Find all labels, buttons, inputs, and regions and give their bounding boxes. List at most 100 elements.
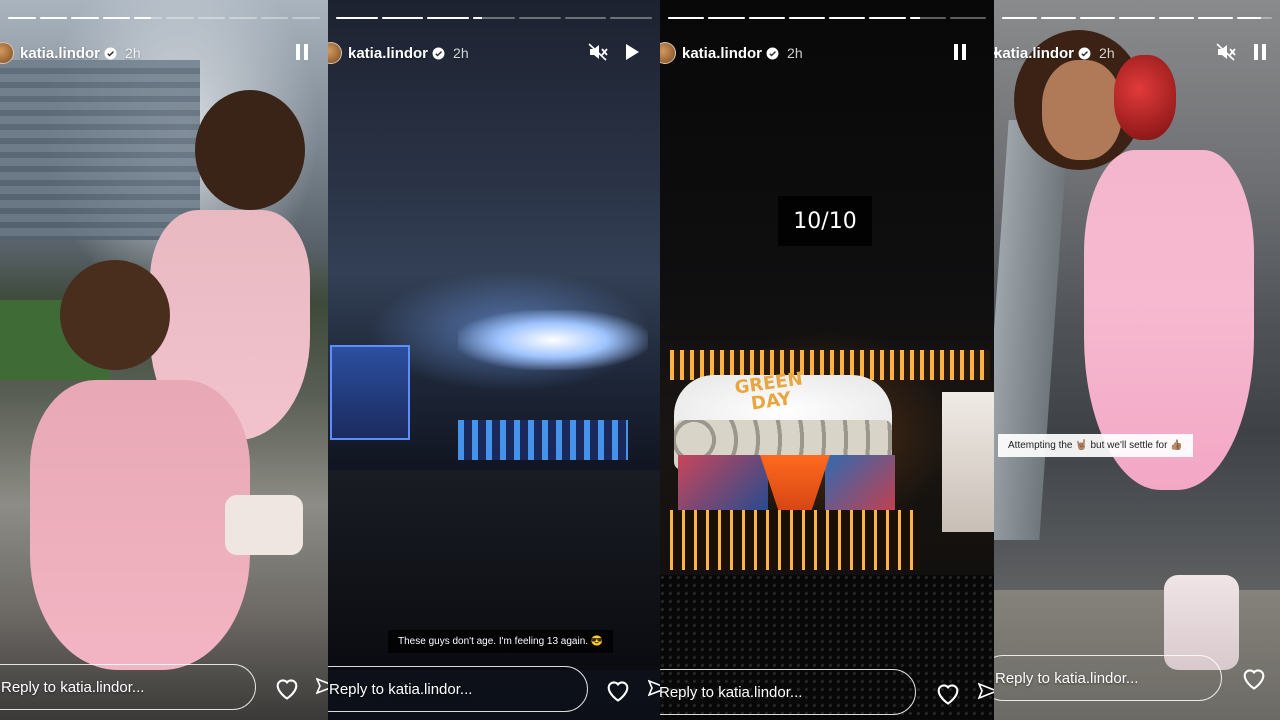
username[interactable]: katia.lindor bbox=[994, 45, 1074, 62]
progress-segment bbox=[748, 17, 785, 19]
avatar[interactable] bbox=[660, 42, 676, 64]
progress-segment bbox=[869, 17, 906, 19]
progress-segment bbox=[1041, 17, 1077, 19]
stage-light-glow bbox=[458, 310, 648, 370]
progress-fill bbox=[8, 17, 36, 19]
story-progress-bar bbox=[1002, 17, 1272, 19]
stage-screen-art-left bbox=[678, 455, 768, 510]
mute-icon[interactable] bbox=[1216, 42, 1236, 62]
verified-badge-icon bbox=[1078, 47, 1091, 59]
progress-fill bbox=[1119, 17, 1155, 19]
send-icon[interactable] bbox=[648, 679, 660, 699]
reply-input[interactable]: Reply to katia.lindor... bbox=[0, 664, 256, 710]
child-hair bbox=[195, 90, 305, 210]
progress-segment bbox=[197, 17, 226, 19]
like-heart-icon[interactable] bbox=[604, 677, 632, 703]
progress-fill bbox=[1236, 17, 1262, 19]
toddler-pink-dress bbox=[30, 380, 250, 670]
story-header: ●● katia.lindor 2h bbox=[994, 40, 1280, 66]
progress-segment bbox=[71, 17, 99, 19]
progress-fill bbox=[1158, 17, 1194, 19]
side-video-screen bbox=[942, 392, 994, 532]
username[interactable]: katia.lindor bbox=[20, 45, 100, 62]
progress-segment bbox=[229, 17, 257, 19]
progress-fill bbox=[427, 17, 470, 19]
progress-fill bbox=[869, 17, 906, 19]
reply-placeholder: Reply to katia.lindor... bbox=[660, 683, 803, 701]
username[interactable]: katia.lindor bbox=[682, 45, 762, 62]
progress-fill bbox=[134, 17, 151, 19]
reply-placeholder: Reply to katia.lindor... bbox=[329, 680, 473, 698]
stadium-background bbox=[0, 60, 200, 240]
post-time: 2h bbox=[453, 45, 469, 61]
progress-fill bbox=[1041, 17, 1077, 19]
reply-input[interactable]: Reply to katia.lindor... bbox=[994, 655, 1222, 701]
progress-segment bbox=[1158, 17, 1194, 19]
stage-screen-art-right bbox=[825, 455, 895, 510]
like-heart-icon[interactable] bbox=[1240, 665, 1268, 691]
verified-badge-icon bbox=[766, 47, 779, 59]
progress-segment bbox=[1002, 17, 1038, 19]
story-progress-bar bbox=[8, 17, 320, 19]
progress-segment bbox=[336, 17, 378, 19]
progress-fill bbox=[708, 17, 745, 19]
reply-placeholder: Reply to katia.lindor... bbox=[1, 678, 145, 696]
progress-segment bbox=[518, 17, 561, 19]
story-panel-3[interactable]: GREEN DAY katia.lindor 2h 10/10 Reply to… bbox=[660, 0, 994, 720]
progress-segment bbox=[1236, 17, 1272, 19]
pause-icon[interactable] bbox=[1250, 42, 1270, 62]
progress-fill bbox=[336, 17, 378, 19]
send-icon[interactable] bbox=[978, 682, 994, 702]
like-heart-icon[interactable] bbox=[273, 675, 301, 701]
story-caption: Attempting the 🤘🏽 but we'll settle for 👍… bbox=[998, 434, 1193, 457]
progress-fill bbox=[71, 17, 99, 19]
play-icon[interactable] bbox=[622, 42, 642, 62]
verified-badge-icon bbox=[104, 47, 117, 59]
avatar[interactable] bbox=[0, 42, 14, 64]
progress-fill bbox=[788, 17, 825, 19]
progress-segment bbox=[134, 17, 162, 19]
progress-segment bbox=[829, 17, 866, 19]
progress-segment bbox=[1080, 17, 1116, 19]
red-ear-muffs bbox=[1114, 55, 1176, 140]
progress-segment bbox=[610, 17, 653, 19]
progress-fill bbox=[748, 17, 785, 19]
more-dots-icon[interactable]: ●● bbox=[994, 48, 999, 59]
progress-segment bbox=[427, 17, 470, 19]
pause-icon[interactable] bbox=[292, 42, 312, 62]
progress-segment bbox=[708, 17, 745, 19]
story-panel-4[interactable]: ●● katia.lindor 2h Attempting the 🤘🏽 but… bbox=[994, 0, 1280, 720]
reply-input[interactable]: Reply to katia.lindor... bbox=[660, 669, 916, 715]
like-heart-icon[interactable] bbox=[934, 680, 962, 706]
progress-segment bbox=[473, 17, 515, 19]
avatar[interactable] bbox=[328, 42, 342, 64]
progress-segment bbox=[1119, 17, 1155, 19]
reply-placeholder: Reply to katia.lindor... bbox=[995, 669, 1139, 687]
mute-icon[interactable] bbox=[588, 42, 608, 62]
progress-segment bbox=[909, 17, 946, 19]
progress-fill bbox=[473, 17, 482, 19]
story-header: katia.lindor 2h bbox=[660, 40, 994, 66]
rating-overlay: 10/10 bbox=[778, 196, 872, 246]
progress-fill bbox=[668, 17, 705, 19]
progress-segment bbox=[668, 17, 705, 19]
railing bbox=[994, 120, 1069, 540]
story-panel-1[interactable]: katia.lindor 2h Reply to katia.lindor... bbox=[0, 0, 328, 720]
verified-badge-icon bbox=[432, 47, 445, 59]
reply-input[interactable]: Reply to katia.lindor... bbox=[328, 666, 588, 712]
progress-segment bbox=[165, 17, 194, 19]
progress-fill bbox=[1002, 17, 1038, 19]
video-screen-left bbox=[330, 345, 410, 440]
story-panel-2[interactable]: katia.lindor 2h These guys don't age. I'… bbox=[328, 0, 660, 720]
progress-fill bbox=[1197, 17, 1233, 19]
progress-fill bbox=[1080, 17, 1116, 19]
send-icon[interactable] bbox=[316, 677, 328, 697]
stage-lights bbox=[670, 510, 920, 570]
child-face bbox=[1042, 60, 1122, 160]
username[interactable]: katia.lindor bbox=[348, 45, 428, 62]
story-caption: These guys don't age. I'm feeling 13 aga… bbox=[388, 630, 614, 653]
progress-segment bbox=[1197, 17, 1233, 19]
progress-segment bbox=[949, 17, 986, 19]
pause-icon[interactable] bbox=[950, 42, 970, 62]
progress-fill bbox=[102, 17, 131, 19]
